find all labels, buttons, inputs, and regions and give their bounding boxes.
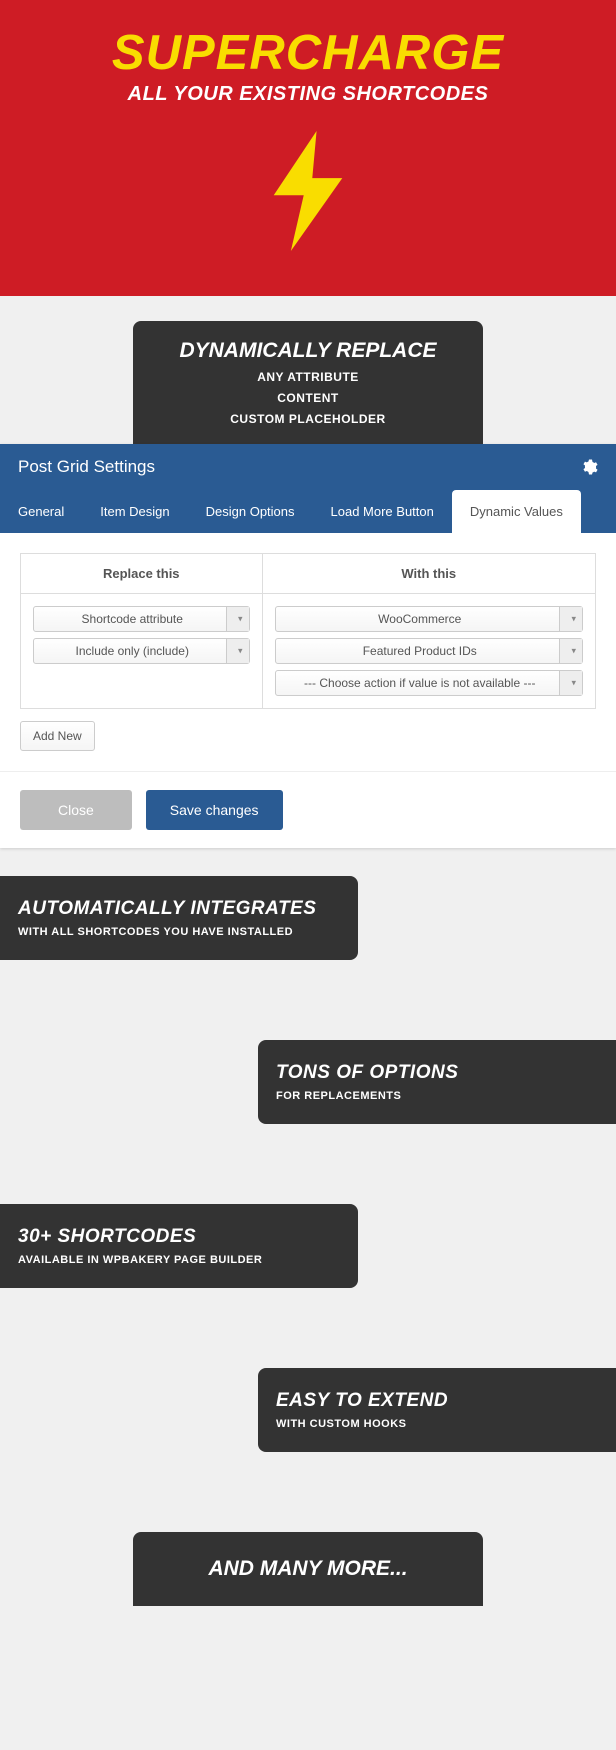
close-button[interactable]: Close <box>20 790 132 830</box>
tab-load-more[interactable]: Load More Button <box>313 490 452 533</box>
tab-general[interactable]: General <box>0 490 82 533</box>
tab-item-design[interactable]: Item Design <box>82 490 187 533</box>
select-fallback-action[interactable]: --- Choose action if value is not availa… <box>275 670 584 696</box>
select-featured-product-ids[interactable]: Featured Product IDs <box>275 638 584 664</box>
panel-footer: Close Save changes <box>0 771 616 848</box>
gear-icon[interactable] <box>580 458 598 476</box>
tabs-bar: General Item Design Design Options Load … <box>0 490 616 533</box>
feature-sub: FOR REPLACEMENTS <box>276 1090 598 1102</box>
intro-card: DYNAMICALLY REPLACE ANY ATTRIBUTE CONTEN… <box>133 321 483 444</box>
hero-banner: SUPERCHARGE ALL YOUR EXISTING SHORTCODES <box>0 0 616 296</box>
feature-shortcodes: 30+ SHORTCODES AVAILABLE IN WPBAKERY PAG… <box>0 1204 358 1288</box>
tab-dynamic-values[interactable]: Dynamic Values <box>452 490 581 533</box>
select-include-only[interactable]: Include only (include) <box>33 638 250 664</box>
intro-line-0: ANY ATTRIBUTE <box>158 370 458 384</box>
more-title: AND MANY MORE... <box>158 1557 458 1581</box>
hero-subtitle: ALL YOUR EXISTING SHORTCODES <box>20 83 596 106</box>
panel-header: Post Grid Settings <box>0 444 616 490</box>
intro-line-1: CONTENT <box>158 391 458 405</box>
panel-body: Replace this With this Shortcode attribu… <box>0 533 616 771</box>
tab-design-options[interactable]: Design Options <box>188 490 313 533</box>
feature-title: 30+ SHORTCODES <box>18 1226 340 1248</box>
select-woocommerce[interactable]: WooCommerce <box>275 606 584 632</box>
select-shortcode-attribute[interactable]: Shortcode attribute <box>33 606 250 632</box>
feature-auto-integrates: AUTOMATICALLY INTEGRATES WITH ALL SHORTC… <box>0 876 358 960</box>
intro-line-2: CUSTOM PLACEHOLDER <box>158 412 458 426</box>
feature-sub: AVAILABLE IN WPBAKERY PAGE BUILDER <box>18 1254 340 1266</box>
feature-easy-to-extend: EASY TO EXTEND WITH CUSTOM HOOKS <box>258 1368 616 1452</box>
feature-title: TONS OF OPTIONS <box>276 1062 598 1084</box>
col-replace-this: Replace this <box>21 554 263 594</box>
feature-title: AUTOMATICALLY INTEGRATES <box>18 898 340 920</box>
more-card: AND MANY MORE... <box>133 1532 483 1606</box>
panel-title: Post Grid Settings <box>18 457 155 477</box>
add-new-button[interactable]: Add New <box>20 721 95 751</box>
lightning-bolt-icon <box>263 131 353 251</box>
feature-sub: WITH CUSTOM HOOKS <box>276 1418 598 1430</box>
feature-sub: WITH ALL SHORTCODES YOU HAVE INSTALLED <box>18 926 340 938</box>
intro-title: DYNAMICALLY REPLACE <box>158 339 458 363</box>
feature-title: EASY TO EXTEND <box>276 1390 598 1412</box>
feature-tons-of-options: TONS OF OPTIONS FOR REPLACEMENTS <box>258 1040 616 1124</box>
col-with-this: With this <box>262 554 596 594</box>
replace-table: Replace this With this Shortcode attribu… <box>20 553 596 709</box>
settings-panel: Post Grid Settings General Item Design D… <box>0 444 616 848</box>
hero-title: SUPERCHARGE <box>20 25 596 81</box>
save-changes-button[interactable]: Save changes <box>146 790 283 830</box>
